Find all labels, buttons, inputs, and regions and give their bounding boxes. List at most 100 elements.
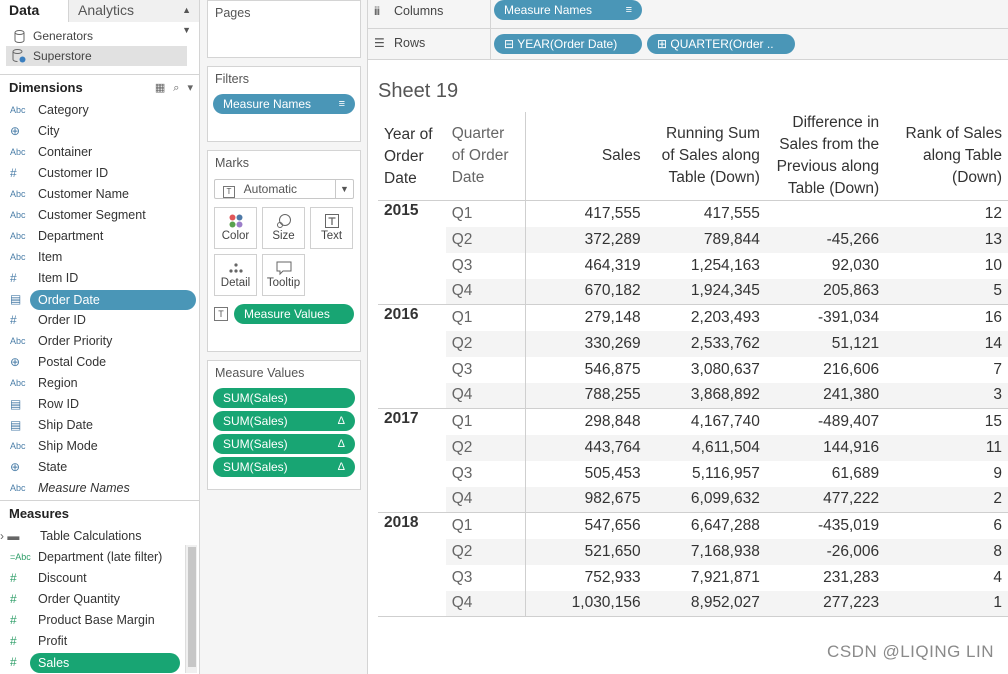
rows-shelf[interactable]: ☰ Rows ⊟ YEAR(Order Date) ⊞ QUARTER(Orde… (368, 29, 1008, 60)
quarter-cell[interactable]: Q1 (445, 200, 526, 227)
columns-shelf[interactable]: iii Columns Measure Names ≡ (368, 0, 1008, 29)
running-sum-cell[interactable]: 7,168,938 (646, 538, 766, 565)
difference-cell[interactable]: 241,380 (765, 382, 886, 409)
field-item-id[interactable]: # Item ID (0, 268, 199, 289)
field-discount[interactable]: # Discount (0, 568, 199, 589)
datasource-superstore[interactable]: Superstore (6, 46, 187, 66)
field-ship-mode[interactable]: Abc Ship Mode (0, 436, 199, 457)
column-pill-measure-names[interactable]: Measure Names ≡ (494, 0, 642, 20)
rank-cell[interactable]: 12 (885, 201, 1008, 227)
running-sum-cell[interactable]: 4,167,740 (647, 409, 766, 435)
quarter-cell[interactable]: Q1 (445, 408, 526, 435)
tooltip-button[interactable]: Tooltip (262, 254, 305, 296)
quarter-cell[interactable]: Q3 (445, 564, 526, 591)
mark-type-select[interactable]: T Automatic ▼ (214, 179, 354, 199)
year-cell[interactable]: 2017 (378, 408, 446, 513)
field-region[interactable]: Abc Region (0, 373, 199, 394)
view-grid-icon[interactable]: ▦ (155, 75, 165, 101)
quarter-cell[interactable]: Q3 (445, 460, 526, 487)
scrollbar-thumb[interactable] (188, 547, 196, 667)
difference-cell[interactable]: 51,121 (765, 330, 886, 357)
running-sum-cell[interactable]: 7,921,871 (647, 565, 766, 591)
field-row-id[interactable]: ▤ Row ID (0, 394, 199, 415)
header-year[interactable]: Year of Order Date (378, 112, 446, 201)
quarter-cell[interactable]: Q2 (445, 330, 526, 357)
quarter-cell[interactable]: Q4 (445, 486, 526, 513)
running-sum-cell[interactable]: 2,203,493 (647, 305, 766, 331)
field-city[interactable]: ⊕ City (0, 121, 199, 142)
row-pill-year-order-date[interactable]: ⊟ YEAR(Order Date) (494, 34, 642, 54)
header-sales[interactable]: Sales (525, 112, 646, 201)
running-sum-cell[interactable]: 417,555 (647, 201, 766, 227)
rank-cell[interactable]: 13 (885, 226, 1008, 253)
difference-cell[interactable]: -489,407 (766, 409, 885, 435)
sales-cell[interactable]: 670,182 (525, 278, 647, 305)
running-sum-cell[interactable]: 6,647,288 (647, 513, 766, 539)
quarter-cell[interactable]: Q3 (445, 356, 526, 383)
field-customer-name[interactable]: Abc Customer Name (0, 184, 199, 205)
running-sum-cell[interactable]: 1,254,163 (647, 253, 766, 279)
rank-cell[interactable]: 7 (885, 357, 1008, 383)
field-table-calculations[interactable]: › ▬ Table Calculations (0, 526, 199, 547)
running-sum-cell[interactable]: 4,611,504 (646, 434, 766, 461)
quarter-cell[interactable]: Q2 (445, 434, 526, 461)
sales-cell[interactable]: 546,875 (525, 357, 646, 383)
rank-cell[interactable]: 6 (885, 513, 1008, 539)
field-postal-code[interactable]: ⊕ Postal Code (0, 352, 199, 373)
difference-cell[interactable]: 92,030 (766, 253, 885, 279)
year-cell[interactable]: 2016 (378, 304, 446, 409)
tab-analytics[interactable]: Analytics ▲ ▼ (68, 0, 199, 35)
sales-cell[interactable]: 417,555 (525, 201, 646, 227)
pages-card[interactable]: Pages (207, 0, 361, 58)
measure-pill-sum-sales-difference[interactable]: SUM(Sales) Δ (213, 434, 355, 454)
difference-cell[interactable]: 144,916 (765, 434, 886, 461)
header-rank[interactable]: Rank of Sales along Table (Down) (885, 112, 1008, 201)
chevron-down-icon[interactable]: ▼ (335, 180, 353, 198)
quarter-cell[interactable]: Q4 (445, 278, 526, 305)
running-sum-cell[interactable]: 2,533,762 (646, 330, 766, 357)
quarter-cell[interactable]: Q1 (445, 304, 526, 331)
difference-cell[interactable]: 477,222 (765, 486, 886, 513)
running-sum-cell[interactable]: 3,080,637 (647, 357, 766, 383)
rank-cell[interactable]: 3 (885, 382, 1008, 409)
field-order-date[interactable]: ▤ Order Date (0, 289, 199, 310)
field-state[interactable]: ⊕ State (0, 457, 199, 478)
field-item[interactable]: Abc Item (0, 247, 199, 268)
difference-cell[interactable]: 216,606 (766, 357, 885, 383)
field-ship-date[interactable]: ▤ Ship Date (0, 415, 199, 436)
sales-cell[interactable]: 505,453 (525, 461, 646, 487)
sales-cell[interactable]: 464,319 (525, 253, 646, 279)
rank-cell[interactable]: 10 (885, 253, 1008, 279)
datasource-generators[interactable]: Generators (0, 26, 199, 46)
year-cell[interactable]: 2015 (378, 200, 446, 305)
field-sales[interactable]: # Sales (0, 652, 199, 673)
rank-cell[interactable]: 14 (885, 330, 1008, 357)
row-pill-quarter-order-date[interactable]: ⊞ QUARTER(Order .. (647, 34, 795, 54)
difference-cell[interactable]: -45,266 (765, 226, 886, 253)
rank-cell[interactable]: 15 (885, 409, 1008, 435)
field-customer-segment[interactable]: Abc Customer Segment (0, 205, 199, 226)
sales-cell[interactable]: 298,848 (525, 409, 646, 435)
sales-cell[interactable]: 788,255 (525, 382, 647, 409)
running-sum-cell[interactable]: 1,924,345 (646, 278, 766, 305)
measure-pill-sum-sales-rank[interactable]: SUM(Sales) Δ (213, 457, 355, 477)
search-icon[interactable]: ⌕ (173, 75, 179, 101)
difference-cell[interactable] (766, 201, 885, 227)
difference-cell[interactable]: 231,283 (766, 565, 885, 591)
difference-cell[interactable]: -391,034 (766, 305, 885, 331)
filter-pill-measure-names[interactable]: Measure Names ≡ (213, 94, 355, 114)
measures-scrollbar[interactable] (185, 545, 197, 673)
dropdown-caret-icon[interactable]: ▾ (187, 75, 193, 101)
rank-cell[interactable]: 16 (885, 305, 1008, 331)
rank-cell[interactable]: 8 (885, 538, 1008, 565)
marks-pill-measure-values[interactable]: Measure Values (234, 304, 354, 324)
header-quarter[interactable]: Quarter of Order Date (445, 112, 526, 201)
filters-card[interactable]: Filters Measure Names ≡ (207, 66, 361, 142)
field-order-quantity[interactable]: # Order Quantity (0, 589, 199, 610)
field-container[interactable]: Abc Container (0, 142, 199, 163)
quarter-cell[interactable]: Q2 (445, 538, 526, 565)
rank-cell[interactable]: 1 (885, 590, 1008, 617)
tab-data[interactable]: Data (0, 0, 68, 22)
running-sum-cell[interactable]: 6,099,632 (646, 486, 766, 513)
quarter-cell[interactable]: Q4 (445, 590, 526, 617)
